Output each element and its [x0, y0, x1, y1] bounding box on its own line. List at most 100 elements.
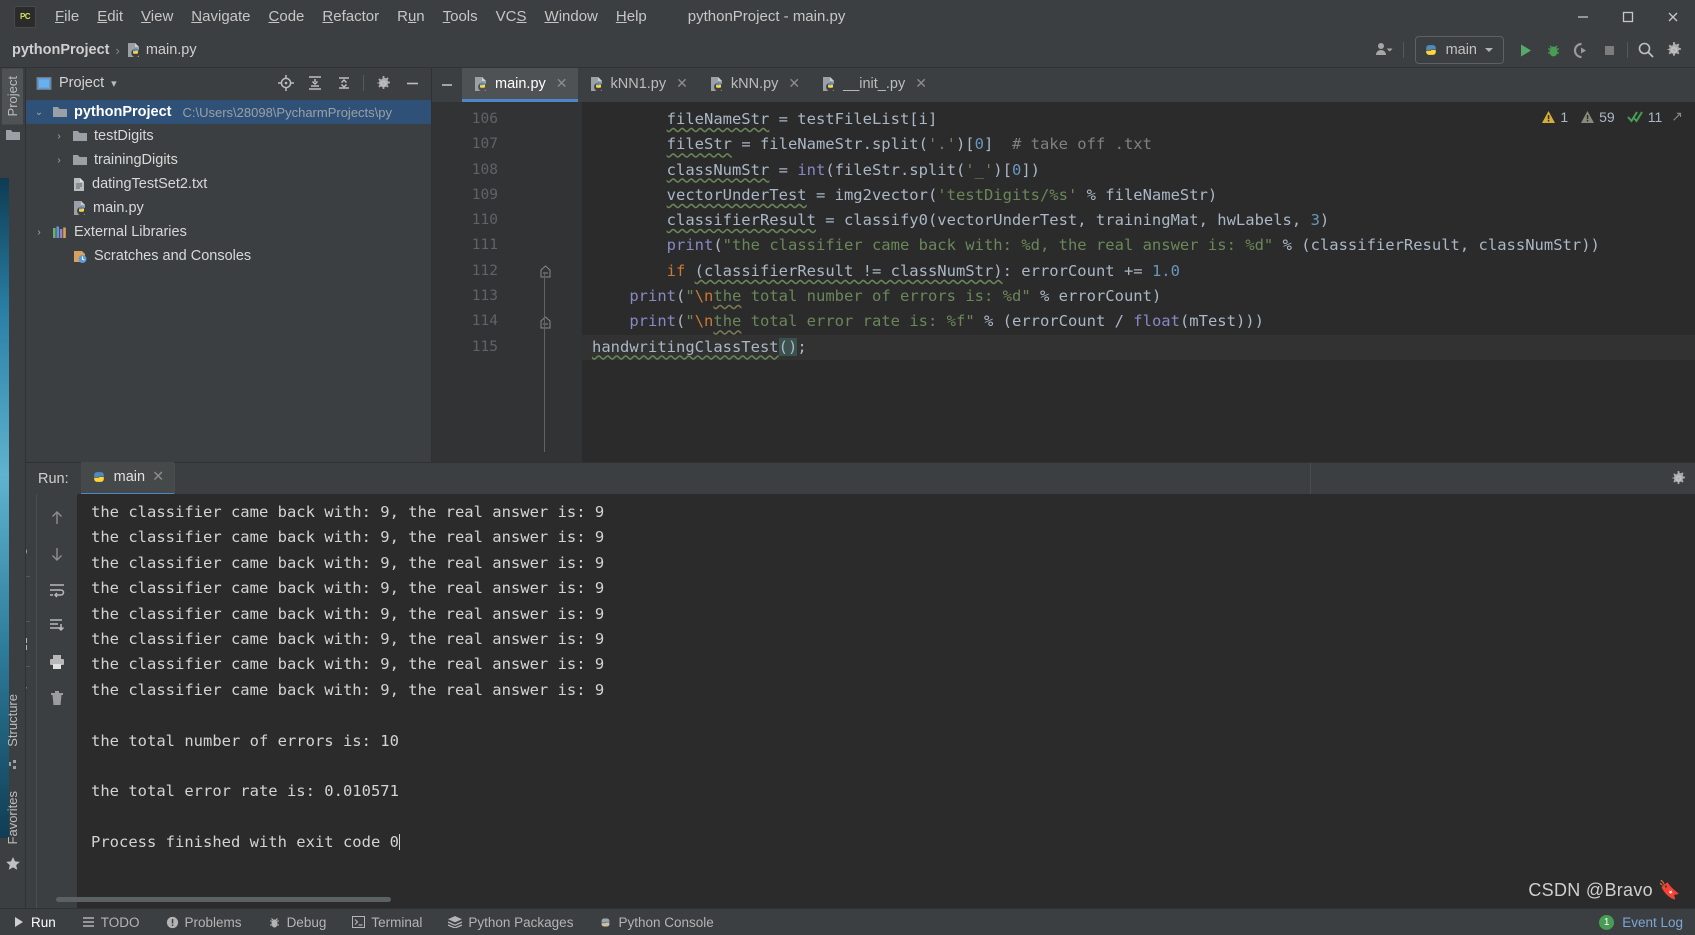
rail-tab-favorites[interactable]: Favorites — [2, 783, 23, 852]
menu-file[interactable]: File — [46, 5, 88, 28]
status-tab-terminal[interactable]: Terminal — [339, 909, 435, 935]
star-icon[interactable] — [5, 856, 21, 872]
code-line-111: print("the classifier came back with: %d… — [666, 236, 1600, 255]
menu-edit[interactable]: Edit — [88, 5, 132, 28]
menu-tools[interactable]: Tools — [434, 5, 487, 28]
status-tab-todo[interactable]: TODO — [69, 909, 153, 935]
chevron-right-icon[interactable]: › — [32, 227, 46, 238]
run-configuration-selector[interactable]: main — [1414, 36, 1504, 64]
project-folder-icon[interactable] — [5, 128, 21, 142]
clear-all-trash-icon[interactable] — [44, 685, 70, 711]
library-icon — [53, 226, 66, 238]
tab-close-icon[interactable]: ✕ — [788, 75, 800, 92]
settings-gear-icon[interactable] — [1661, 37, 1687, 63]
menu-window[interactable]: Window — [536, 5, 607, 28]
stop-button[interactable] — [1596, 37, 1622, 63]
warning-count-group[interactable]: 1 — [1541, 109, 1568, 125]
console-output[interactable]: the classifier came back with: 9, the re… — [77, 494, 1695, 908]
status-tab-python-console[interactable]: Python Console — [586, 909, 726, 935]
menu-vcs[interactable]: VCS — [487, 5, 536, 28]
inspection-chevron-icon[interactable]: ↗ — [1671, 108, 1683, 125]
arrow-down-icon[interactable] — [44, 541, 70, 567]
code-line-110: classifierResult = classify0(vectorUnder… — [666, 211, 1330, 230]
left-tool-rail: Project Structure Favorites — [0, 68, 26, 908]
weak-warning-count-group[interactable]: 59 — [1580, 109, 1615, 125]
tab-knn1-py[interactable]: kNN1.py ✕ — [578, 68, 698, 102]
locate-icon[interactable] — [273, 70, 299, 96]
run-tab-close-icon[interactable]: ✕ — [152, 469, 164, 485]
run-settings-gear-icon[interactable] — [1661, 470, 1695, 487]
menu-navigate[interactable]: Navigate — [182, 5, 259, 28]
hide-panel-icon[interactable] — [399, 70, 425, 96]
project-pane-dropdown-icon[interactable]: ▾ — [111, 77, 117, 90]
fold-marker-112[interactable] — [508, 259, 582, 284]
chevron-down-icon[interactable]: ⌄ — [32, 107, 46, 118]
user-avatar-icon[interactable] — [1372, 37, 1398, 63]
project-pane-title: Project — [59, 75, 105, 91]
line-number: 107 — [471, 136, 498, 153]
run-with-coverage-button[interactable] — [1568, 37, 1594, 63]
console-line: the classifier came back with: 9, the re… — [91, 503, 605, 521]
menu-help[interactable]: Help — [607, 5, 656, 28]
tree-item-external-libraries[interactable]: › External Libraries — [26, 220, 431, 244]
fold-marker-114[interactable] — [508, 309, 582, 334]
code-text-area[interactable]: fileNameStr = testFileList[i] fileStr = … — [582, 102, 1695, 462]
minimize-button[interactable] — [1560, 0, 1605, 33]
tree-item-trainingdigits[interactable]: › trainingDigits — [26, 148, 431, 172]
tree-item-datingtestset2[interactable]: datingTestSet2.txt — [26, 172, 431, 196]
ok-count-group[interactable]: 11 — [1626, 109, 1662, 125]
menu-view[interactable]: View — [132, 5, 182, 28]
print-icon[interactable] — [44, 649, 70, 675]
tree-item-scratches[interactable]: Scratches and Consoles — [26, 244, 431, 268]
tab-knn-py[interactable]: kNN.py ✕ — [698, 68, 810, 102]
maximize-button[interactable] — [1605, 0, 1650, 33]
scroll-to-end-icon[interactable] — [44, 613, 70, 639]
search-everywhere-icon[interactable] — [1633, 37, 1659, 63]
status-tab-problems[interactable]: Problems — [153, 909, 255, 935]
collapse-all-icon[interactable] — [331, 70, 357, 96]
expand-all-icon[interactable] — [302, 70, 328, 96]
line-number: 113 — [471, 288, 498, 305]
tab-close-icon[interactable]: ✕ — [556, 75, 568, 92]
soft-wrap-icon[interactable] — [44, 577, 70, 603]
status-tab-run[interactable]: Run — [0, 909, 69, 935]
run-right-toolbar — [36, 494, 77, 908]
tab-close-icon[interactable]: ✕ — [676, 75, 688, 92]
console-line: the classifier came back with: 9, the re… — [91, 579, 605, 598]
settings-gear-icon[interactable] — [370, 70, 396, 96]
menu-refactor[interactable]: Refactor — [313, 5, 388, 28]
close-button[interactable] — [1650, 0, 1695, 33]
tree-item-pythonproject[interactable]: ⌄ pythonProject C:\Users\28098\PycharmPr… — [26, 100, 431, 124]
tab-main-py[interactable]: main.py ✕ — [462, 68, 578, 102]
tree-item-testdigits[interactable]: › testDigits — [26, 124, 431, 148]
menu-run[interactable]: Run — [388, 5, 434, 28]
inspection-widget[interactable]: 1 59 11 ↗ — [1534, 108, 1683, 125]
breadcrumb-file[interactable]: main.py — [126, 42, 197, 58]
run-tab-main[interactable]: main ✕ — [80, 461, 175, 496]
folder-icon — [73, 155, 87, 165]
tab-close-icon[interactable]: ✕ — [915, 75, 927, 92]
event-log-link[interactable]: Event Log — [1622, 915, 1683, 930]
status-tab-python-packages[interactable]: Python Packages — [435, 909, 586, 935]
chevron-right-icon[interactable]: › — [52, 131, 66, 142]
menu-code[interactable]: Code — [260, 5, 314, 28]
status-bar: Run TODO Problems Debug Terminal Python … — [0, 908, 1695, 935]
hide-editor-icon[interactable] — [432, 68, 462, 102]
tab-init-py[interactable]: __init_.py ✕ — [810, 68, 937, 102]
run-button[interactable] — [1512, 37, 1538, 63]
status-tab-debug[interactable]: Debug — [255, 909, 340, 935]
debug-button[interactable] — [1540, 37, 1566, 63]
window-title: pythonProject - main.py — [687, 8, 846, 25]
rail-tab-project[interactable]: Project — [2, 68, 23, 125]
status-tab-label: Debug — [286, 914, 327, 930]
code-editor[interactable]: 106 107 108 109 110 111 112 113 114 115 — [432, 102, 1695, 462]
breadcrumb-project[interactable]: pythonProject — [12, 42, 109, 58]
arrow-up-icon[interactable] — [44, 505, 70, 531]
chevron-right-icon[interactable]: › — [52, 155, 66, 166]
tree-item-main-py[interactable]: main.py — [26, 196, 431, 220]
rail-tab-structure[interactable]: Structure — [2, 686, 23, 755]
code-folding-gutter[interactable] — [508, 102, 582, 462]
project-horizontal-scrollbar[interactable] — [56, 894, 423, 904]
